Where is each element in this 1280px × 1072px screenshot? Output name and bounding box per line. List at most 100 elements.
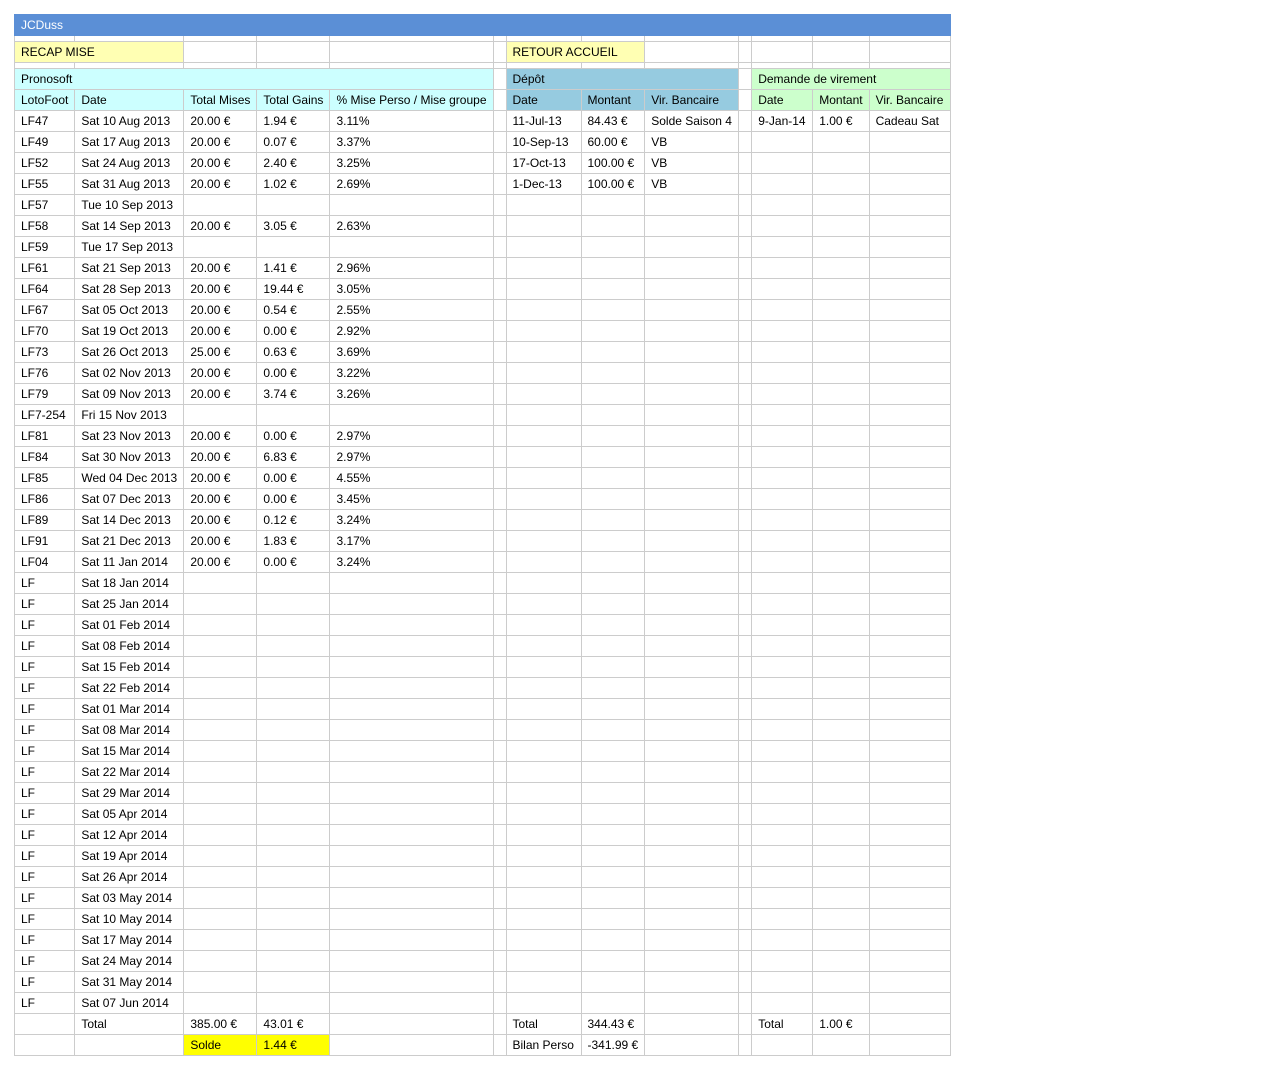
table-row: LF81 Sat 23 Nov 2013 20.00 €0.00 €2.97% [13, 425, 951, 447]
depot-total-value: 344.43 € [580, 1013, 646, 1035]
col-header-demande-vir: Vir. Bancaire [868, 89, 951, 111]
table-row: LF Sat 17 May 2014 [13, 929, 951, 951]
lotofoot-cell: LF [13, 866, 76, 888]
gains-cell [256, 719, 331, 741]
date-cell: Sat 21 Dec 2013 [74, 530, 185, 552]
total-mises: 385.00 € [183, 1013, 258, 1035]
lotofoot-cell: LF58 [13, 215, 76, 237]
retour-accueil-button[interactable]: RETOUR ACCUEIL [505, 41, 646, 63]
gains-cell [256, 929, 331, 951]
demande-montant-cell: 1.00 € [812, 110, 870, 132]
pct-cell: 3.69% [329, 341, 494, 363]
mises-cell: 20.00 € [183, 320, 258, 342]
table-row: LF Sat 10 May 2014 [13, 908, 951, 930]
mises-cell: 20.00 € [183, 383, 258, 405]
pct-cell: 2.92% [329, 320, 494, 342]
date-cell: Sat 26 Oct 2013 [74, 341, 185, 363]
mises-cell [183, 194, 258, 216]
lotofoot-cell: LF [13, 824, 76, 846]
mises-cell [183, 824, 258, 846]
pct-cell: 2.63% [329, 215, 494, 237]
gains-cell [256, 845, 331, 867]
date-cell: Sat 05 Apr 2014 [74, 803, 185, 825]
mises-cell [183, 887, 258, 909]
col-header-total-gains: Total Gains [256, 89, 331, 111]
date-cell: Sat 22 Feb 2014 [74, 677, 185, 699]
gains-cell: 0.00 € [256, 362, 331, 384]
date-cell: Sat 07 Jun 2014 [74, 992, 185, 1014]
table-row: LF Sat 31 May 2014 [13, 971, 951, 993]
col-header-total-mises: Total Mises [183, 89, 258, 111]
table-row: LF89 Sat 14 Dec 2013 20.00 €0.12 €3.24% [13, 509, 951, 531]
table-row: LF Sat 26 Apr 2014 [13, 866, 951, 888]
gains-cell [256, 236, 331, 258]
gains-cell [256, 593, 331, 615]
mises-cell: 20.00 € [183, 257, 258, 279]
recap-mise-button[interactable]: RECAP MISE [13, 41, 185, 63]
pct-cell: 3.22% [329, 362, 494, 384]
date-cell: Sat 10 May 2014 [74, 908, 185, 930]
table-row: LF Sat 22 Feb 2014 [13, 677, 951, 699]
demande-total-value: 1.00 € [812, 1013, 870, 1035]
date-cell: Sat 22 Mar 2014 [74, 761, 185, 783]
depot-date-cell: 10-Sep-13 [505, 131, 582, 153]
mises-cell [183, 614, 258, 636]
depot-vir-cell: VB [644, 152, 740, 174]
lotofoot-cell: LF04 [13, 551, 76, 573]
pct-cell: 2.69% [329, 173, 494, 195]
lotofoot-cell: LF64 [13, 278, 76, 300]
gains-cell [256, 971, 331, 993]
mises-cell: 20.00 € [183, 362, 258, 384]
lotofoot-cell: LF91 [13, 530, 76, 552]
date-cell: Sat 15 Feb 2014 [74, 656, 185, 678]
table-row: LF47 Sat 10 Aug 2013 20.00 €1.94 €3.11% 11-… [13, 110, 951, 132]
lotofoot-cell: LF [13, 677, 76, 699]
bilan-perso-value: -341.99 € [580, 1034, 646, 1056]
gains-cell: 1.41 € [256, 257, 331, 279]
mises-cell: 20.00 € [183, 509, 258, 531]
pct-cell [329, 845, 494, 867]
col-header-depot-date: Date [505, 89, 582, 111]
gains-cell [256, 782, 331, 804]
gains-cell: 0.63 € [256, 341, 331, 363]
spreadsheet: JCDuss RECAP MISE RETOUR ACCUEIL Pronoso… [13, 14, 951, 1056]
depot-vir-cell: VB [644, 173, 740, 195]
lotofoot-cell: LF [13, 614, 76, 636]
table-row: LF84 Sat 30 Nov 2013 20.00 €6.83 €2.97% [13, 446, 951, 468]
mises-cell [183, 992, 258, 1014]
mises-cell [183, 971, 258, 993]
pronosoft-section-header: Pronosoft [14, 68, 494, 90]
mises-cell [183, 677, 258, 699]
gains-cell [256, 635, 331, 657]
mises-cell: 25.00 € [183, 341, 258, 363]
bilan-perso-label: Bilan Perso [505, 1034, 582, 1056]
table-row: LF Sat 12 Apr 2014 [13, 824, 951, 846]
lotofoot-cell: LF [13, 719, 76, 741]
gains-cell: 19.44 € [256, 278, 331, 300]
gains-cell: 6.83 € [256, 446, 331, 468]
table-row: LF59 Tue 17 Sep 2013 [13, 236, 951, 258]
lotofoot-cell: LF [13, 593, 76, 615]
gains-cell: 3.05 € [256, 215, 331, 237]
depot-date-cell: 11-Jul-13 [505, 110, 582, 132]
date-cell: Sat 08 Feb 2014 [74, 635, 185, 657]
pct-cell [329, 866, 494, 888]
lotofoot-cell: LF [13, 803, 76, 825]
pct-cell [329, 761, 494, 783]
lotofoot-cell: LF79 [13, 383, 76, 405]
lotofoot-cell: LF [13, 740, 76, 762]
solde-label: Solde [183, 1034, 258, 1056]
pct-cell: 3.45% [329, 488, 494, 510]
gains-cell: 0.00 € [256, 320, 331, 342]
depot-vir-cell: Solde Saison 4 [644, 110, 740, 132]
pct-cell [329, 992, 494, 1014]
pct-cell: 3.24% [329, 509, 494, 531]
pct-cell: 3.26% [329, 383, 494, 405]
date-cell: Sat 14 Dec 2013 [74, 509, 185, 531]
date-cell: Sat 31 May 2014 [74, 971, 185, 993]
solde-row: Solde 1.44 € Bilan Perso -341.99 € [13, 1034, 951, 1056]
table-row: LF Sat 29 Mar 2014 [13, 782, 951, 804]
lotofoot-cell: LF [13, 656, 76, 678]
table-row: LF Sat 01 Feb 2014 [13, 614, 951, 636]
date-cell: Sat 19 Apr 2014 [74, 845, 185, 867]
